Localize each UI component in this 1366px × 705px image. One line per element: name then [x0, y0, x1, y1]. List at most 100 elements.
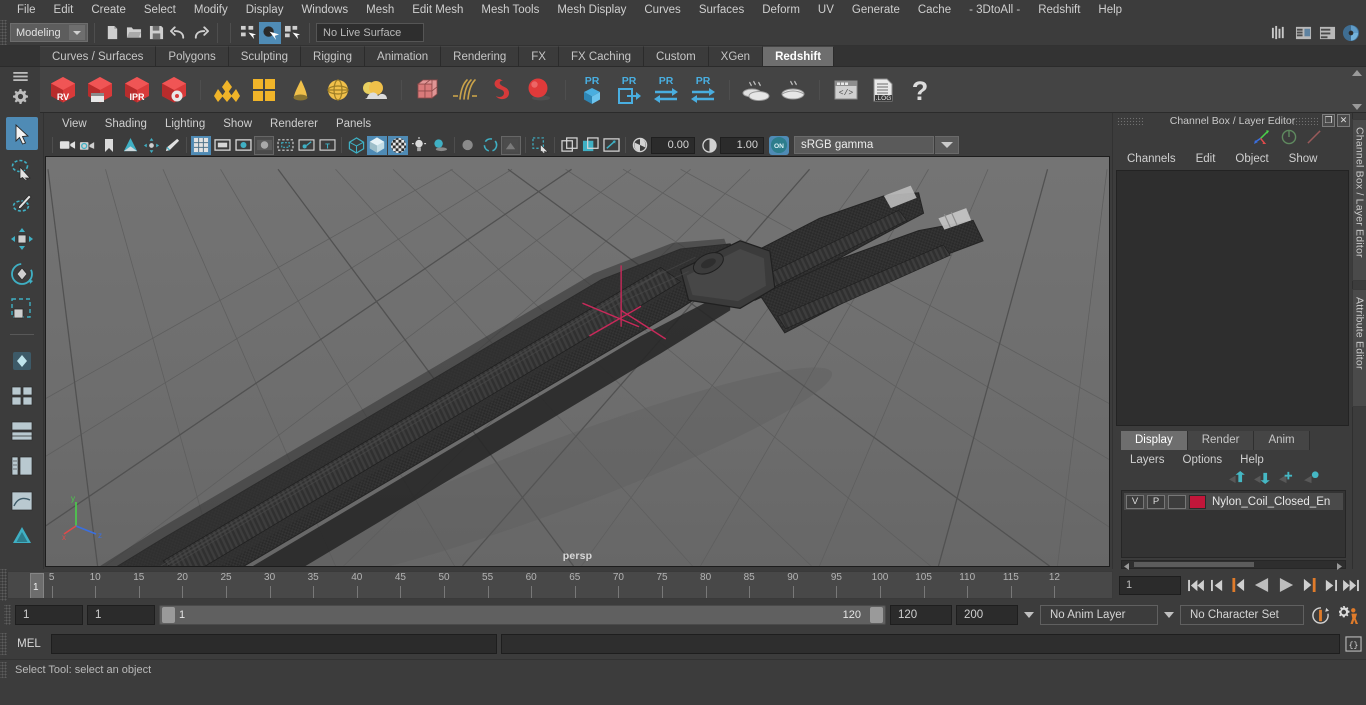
viewport-menu-shading[interactable]: Shading: [96, 115, 156, 134]
vtab-attribute-editor[interactable]: Attribute Editor: [1351, 289, 1366, 407]
menu-item-display[interactable]: Display: [237, 0, 293, 20]
restore-panel-button[interactable]: ❐: [1322, 114, 1335, 127]
color-management-toggle[interactable]: ON: [769, 135, 789, 155]
shelf-tab-custom[interactable]: Custom: [644, 46, 709, 66]
new-scene-icon[interactable]: [101, 22, 123, 44]
gamma-icon[interactable]: [699, 136, 719, 155]
vtab-channel-box-layer-editor[interactable]: Channel Box / Layer Editor: [1351, 119, 1366, 281]
modeling-toolkit-icon[interactable]: [1254, 129, 1272, 148]
step-back-key-icon[interactable]: [1229, 575, 1247, 595]
command-line-gripper[interactable]: [0, 633, 7, 655]
textured-shading-icon[interactable]: [388, 135, 408, 155]
redshift-pr-export-button[interactable]: PR: [612, 72, 646, 108]
menu-item-deform[interactable]: Deform: [753, 0, 809, 20]
rotate-tool-button[interactable]: [6, 257, 38, 290]
channel-box-menu-show[interactable]: Show: [1279, 153, 1328, 165]
persp-graph-layout-button[interactable]: [6, 484, 38, 517]
viewport-menu-show[interactable]: Show: [214, 115, 261, 134]
shelf-tab-xgen[interactable]: XGen: [708, 46, 764, 66]
animation-preferences-icon[interactable]: [1336, 605, 1362, 625]
range-end-field[interactable]: 120: [890, 605, 952, 625]
open-scene-icon[interactable]: [123, 22, 145, 44]
layer-tab-render[interactable]: Render: [1187, 431, 1255, 450]
channel-box-menu-channels[interactable]: Channels: [1117, 153, 1186, 165]
image-plane-icon[interactable]: [120, 136, 140, 155]
step-forward-frame-icon[interactable]: [1321, 575, 1339, 595]
menu-item-mesh-display[interactable]: Mesh Display: [548, 0, 635, 20]
redshift-render-sequence-button[interactable]: [83, 72, 117, 108]
menu-item-mesh-tools[interactable]: Mesh Tools: [472, 0, 548, 20]
range-start-handle[interactable]: [162, 607, 175, 623]
menu-item-help[interactable]: Help: [1089, 0, 1131, 20]
menu-item-uv[interactable]: UV: [809, 0, 843, 20]
channel-box-menu-object[interactable]: Object: [1225, 153, 1278, 165]
menu-item-3dtoall[interactable]: - 3DtoAll -: [960, 0, 1029, 20]
save-scene-icon[interactable]: [145, 22, 167, 44]
close-panel-button[interactable]: ✕: [1337, 114, 1350, 127]
wireframe-shading-icon[interactable]: [346, 136, 366, 155]
layer-menu-options[interactable]: Options: [1174, 454, 1232, 466]
isolate-select-icon[interactable]: [530, 136, 550, 155]
layer-list[interactable]: V P Nylon_Coil_Closed_En: [1121, 490, 1346, 558]
select-by-object-icon[interactable]: [259, 21, 281, 44]
menu-set-selector[interactable]: Modeling: [10, 23, 88, 42]
channel-box-attribute-list[interactable]: [1116, 170, 1349, 426]
anim-start-field[interactable]: 1: [15, 605, 83, 625]
redshift-bake-single-button[interactable]: [776, 72, 810, 108]
chevron-down-icon[interactable]: [935, 136, 959, 154]
exposure-field[interactable]: 0.00: [651, 136, 695, 154]
go-to-start-icon[interactable]: [1187, 575, 1205, 595]
layer-color-swatch[interactable]: [1189, 494, 1206, 509]
redshift-bake-button[interactable]: [739, 72, 773, 108]
panel-gripper[interactable]: [1117, 116, 1143, 125]
menu-item-cache[interactable]: Cache: [909, 0, 960, 20]
redshift-ipr-button[interactable]: IPR: [120, 72, 154, 108]
script-editor-icon[interactable]: {}: [1340, 636, 1366, 652]
show-hide-tool-settings-icon[interactable]: [1316, 22, 1338, 44]
redshift-pr-transfer-button[interactable]: PR: [649, 72, 683, 108]
menu-item-create[interactable]: Create: [82, 0, 135, 20]
toggle-multi-pane-icon[interactable]: [580, 136, 600, 155]
help-line-gripper[interactable]: [0, 662, 7, 678]
bookmark-icon[interactable]: [99, 136, 119, 155]
redshift-texture-button[interactable]: [247, 72, 281, 108]
exposure-icon[interactable]: [630, 136, 650, 155]
xray-mode-icon[interactable]: [275, 136, 295, 155]
chevron-down-icon-2[interactable]: [1162, 605, 1176, 625]
layer-shading-toggle[interactable]: [1168, 494, 1186, 509]
shelf-tab-sculpting[interactable]: Sculpting: [228, 46, 302, 66]
viewport-menu-view[interactable]: View: [53, 115, 96, 134]
select-by-component-icon[interactable]: [281, 22, 303, 44]
move-layer-up-icon[interactable]: [1228, 471, 1245, 487]
menu-item-mesh[interactable]: Mesh: [357, 0, 403, 20]
shelf-tab-redshift[interactable]: Redshift: [763, 46, 835, 66]
resolution-gate-icon[interactable]: [233, 136, 253, 155]
aa-quality-icon[interactable]: [480, 136, 500, 155]
new-layer-from-selected-icon[interactable]: [1303, 471, 1320, 487]
step-forward-key-icon[interactable]: [1300, 575, 1318, 595]
viewport-menu-lighting[interactable]: Lighting: [156, 115, 214, 134]
color-management-selector[interactable]: sRGB gamma: [794, 136, 934, 154]
command-output-field[interactable]: [501, 634, 1340, 654]
grease-pencil-icon[interactable]: [162, 136, 182, 155]
quad-layout-button[interactable]: [6, 379, 38, 412]
gate-mask-icon[interactable]: [254, 135, 274, 155]
time-slider[interactable]: 1 5 10 15 20 25 30 35 40 45 50 55 60 65 70 75 80 85 90 95 1…: [7, 571, 1113, 599]
shadows-icon[interactable]: [430, 136, 450, 155]
redshift-volume-button[interactable]: [485, 72, 519, 108]
anim-layer-selector[interactable]: No Anim Layer: [1040, 605, 1158, 625]
toggle-single-pane-icon[interactable]: [559, 136, 579, 155]
perspective-viewport[interactable]: persp y z x: [45, 156, 1110, 567]
move-layer-down-icon[interactable]: [1253, 471, 1270, 487]
redshift-log-button[interactable]: .LOG: [866, 72, 900, 108]
shelf-tab-animation[interactable]: Animation: [365, 46, 442, 66]
select-tool-button[interactable]: [5, 117, 38, 150]
step-back-frame-icon[interactable]: [1208, 575, 1226, 595]
xray-joints-icon[interactable]: [296, 136, 316, 155]
redshift-proxy-button[interactable]: [411, 72, 445, 108]
character-set-selector[interactable]: No Character Set: [1180, 605, 1304, 625]
range-start-field[interactable]: 1: [87, 605, 155, 625]
hypershade-layout-button[interactable]: [6, 519, 38, 552]
shelf-scroll-arrows[interactable]: [1350, 70, 1364, 110]
range-slider-bar[interactable]: 1 120: [159, 605, 886, 625]
